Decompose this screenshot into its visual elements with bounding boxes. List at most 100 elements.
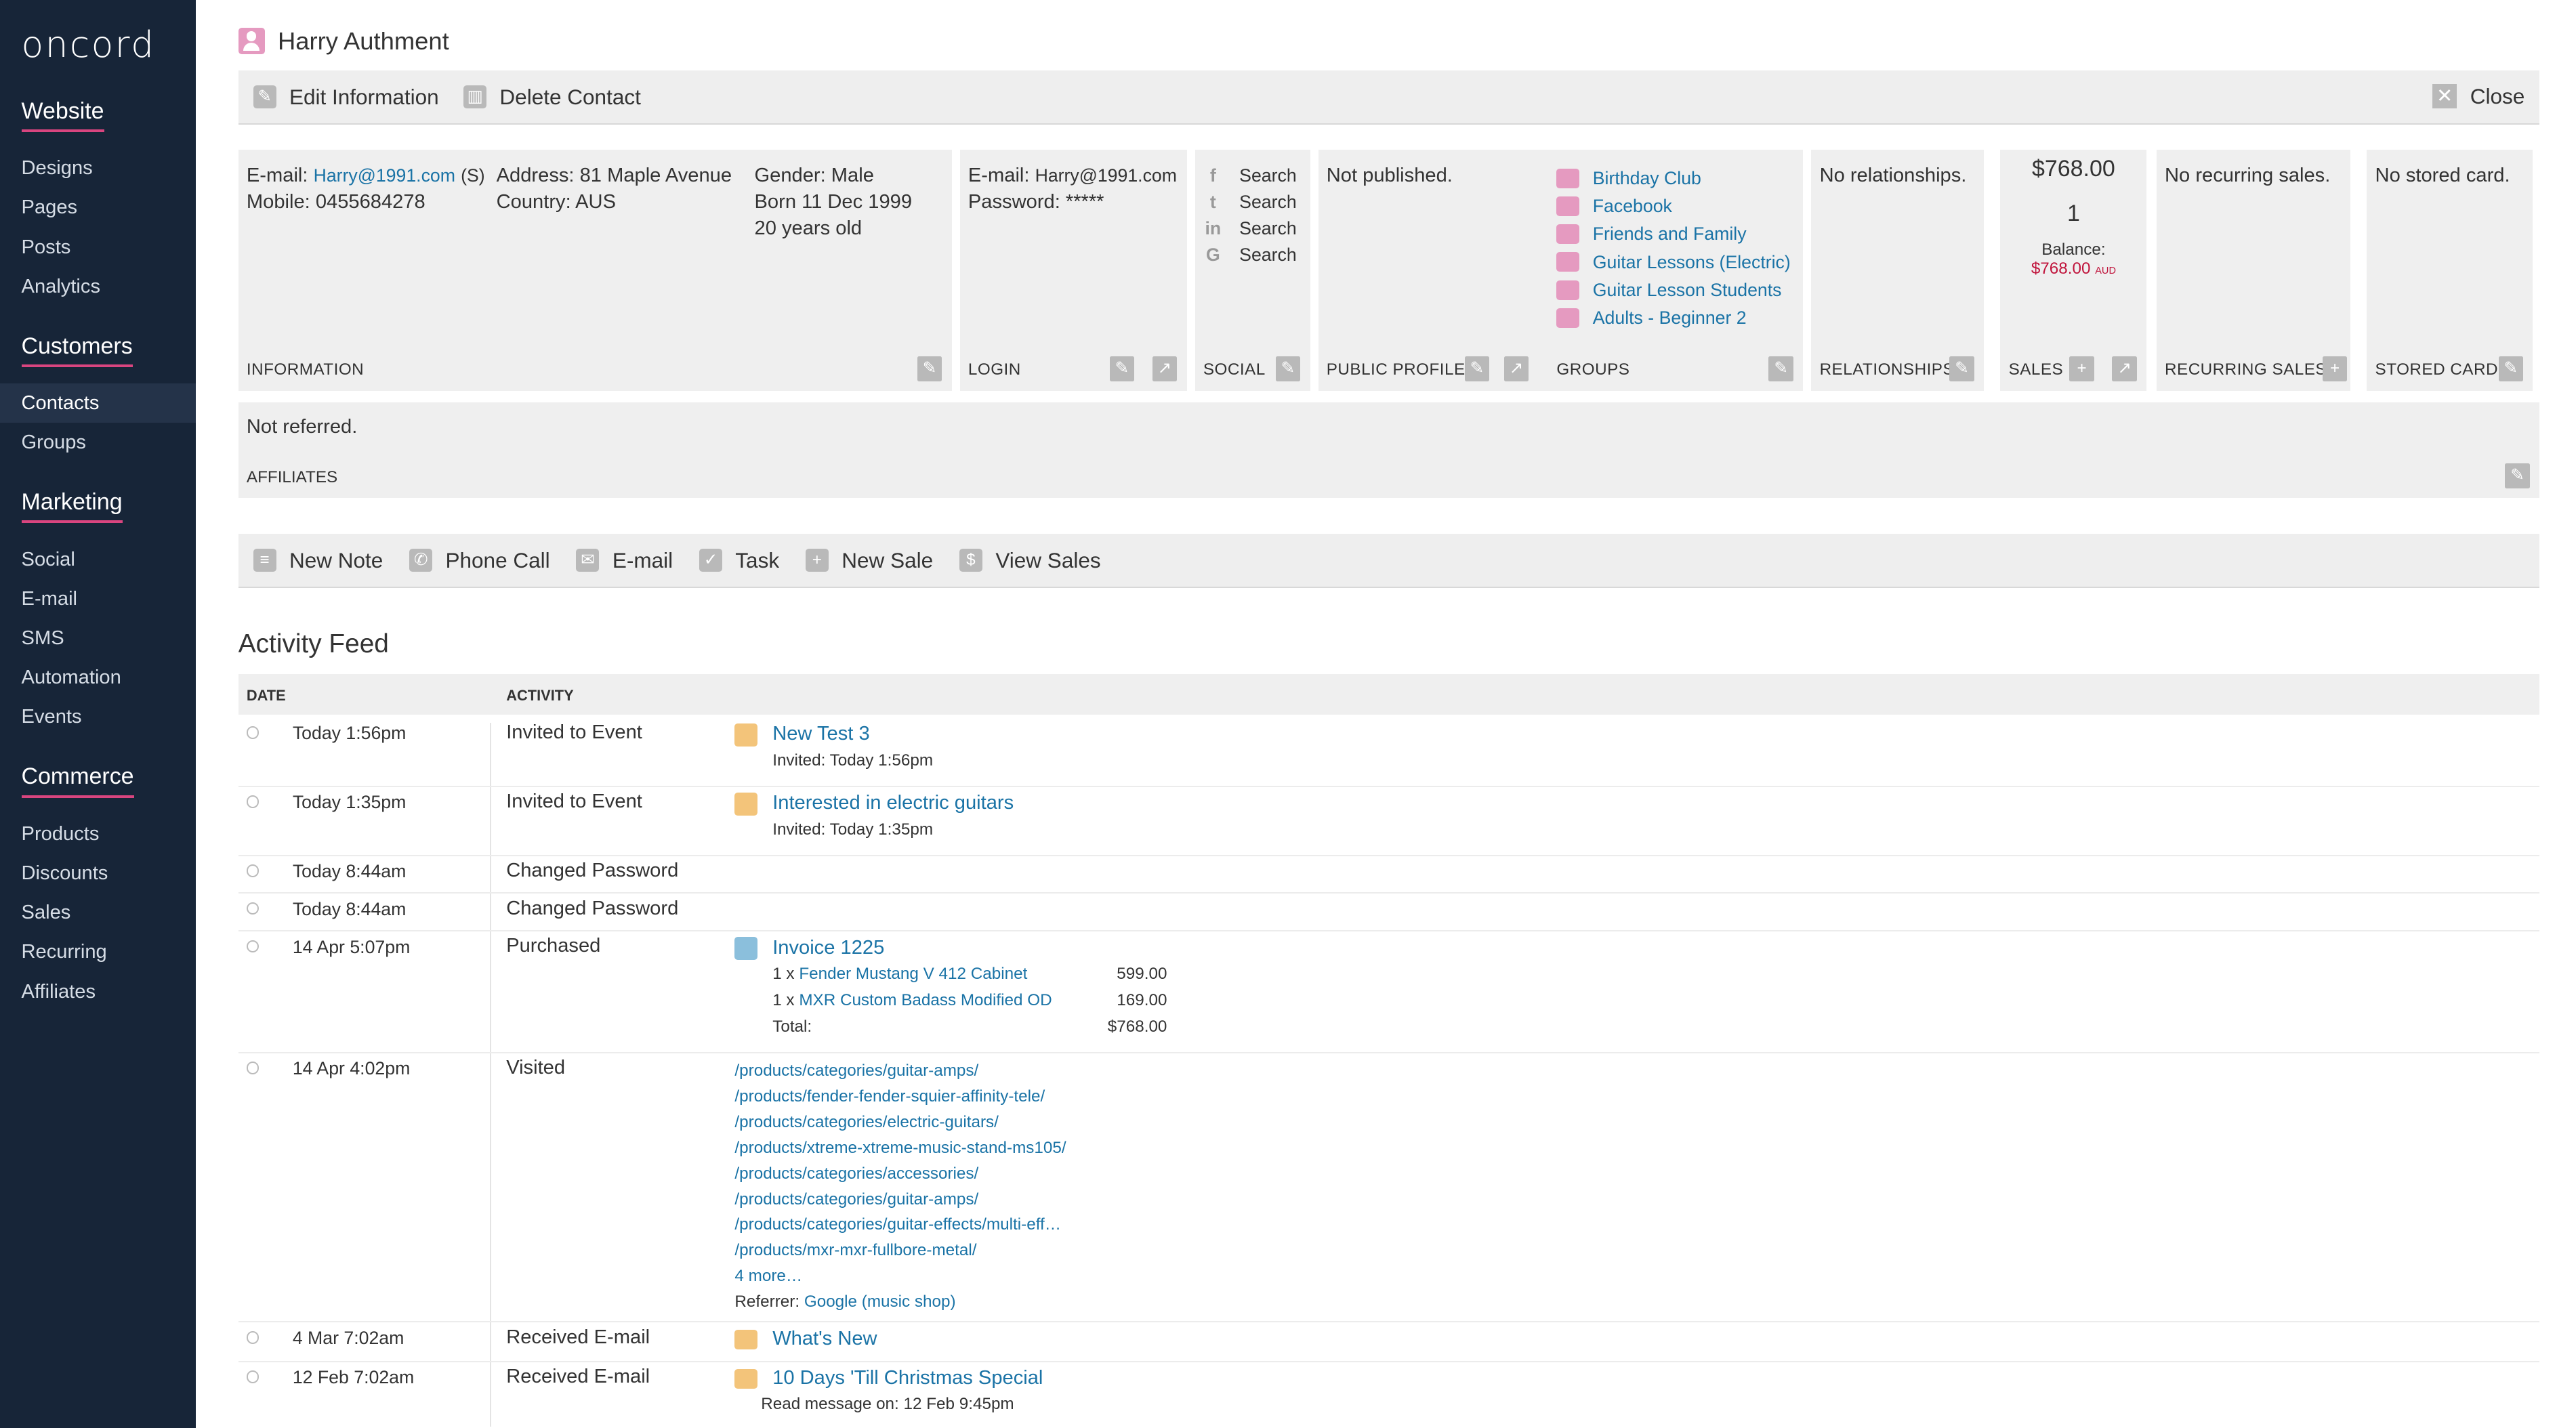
referrer-label: Referrer: (734, 1292, 800, 1311)
nav-heading-website[interactable]: Website (21, 98, 104, 132)
view-sales-button[interactable]: $ View Sales (959, 548, 1101, 573)
sidebar: oncord Website Designs Pages Posts Analy… (0, 0, 196, 1428)
visited-url[interactable]: /products/xtreme-xtreme-music-stand-ms10… (734, 1139, 1066, 1157)
sidebar-item-sales[interactable]: Sales (0, 893, 196, 932)
calendar-icon (734, 792, 758, 816)
edit-information-button[interactable]: ✎ Edit Information (253, 85, 439, 110)
activity-date: 14 Apr 4:02pm (292, 1058, 411, 1079)
timeline-dot (246, 902, 259, 915)
event-link[interactable]: Interested in electric guitars (772, 792, 1014, 814)
line-qty: 1 x (772, 965, 795, 984)
open-login-icon[interactable]: ↗ (1152, 356, 1177, 381)
sidebar-item-discounts[interactable]: Discounts (0, 854, 196, 893)
sidebar-item-groups[interactable]: Groups (0, 423, 196, 462)
referrer-link[interactable]: Google (music shop) (804, 1293, 956, 1311)
nav-section-website: Website Designs Pages Posts Analytics (0, 96, 196, 306)
activity-row: 4 Mar 7:02am Received E-mail What's New (238, 1322, 2540, 1362)
edit-information-icon[interactable]: ✎ (917, 356, 942, 381)
groups-label: GROUPS (1556, 360, 1630, 379)
nav-heading-customers[interactable]: Customers (21, 333, 133, 367)
group-item[interactable]: Birthday Club (1556, 165, 1790, 192)
sidebar-item-events[interactable]: Events (0, 697, 196, 736)
email-link[interactable]: What's New (772, 1328, 877, 1349)
visited-url[interactable]: /products/categories/electric-guitars/ (734, 1113, 999, 1131)
envelope-icon (734, 1369, 758, 1389)
social-panel: f Search t Search in Search G Search SOCIAL … (1194, 149, 1310, 392)
sidebar-item-social[interactable]: Social (0, 540, 196, 579)
edit-social-icon[interactable]: ✎ (1275, 356, 1300, 381)
group-icon (1556, 280, 1580, 300)
login-panel: E-mail: Harry@1991.com Password: ***** L… (959, 149, 1187, 392)
login-email-label: E-mail: (968, 165, 1030, 187)
group-item[interactable]: Adults - Beginner 2 (1556, 304, 1790, 332)
nav-section-commerce: Commerce Products Discounts Sales Recurr… (0, 761, 196, 1011)
activity-date: Today 1:35pm (292, 792, 407, 813)
edit-relationships-icon[interactable]: ✎ (1949, 356, 1974, 381)
delete-contact-button[interactable]: ▥ Delete Contact (463, 85, 641, 110)
sidebar-item-recurring[interactable]: Recurring (0, 932, 196, 971)
visited-url[interactable]: /products/categories/accessories/ (734, 1164, 978, 1183)
stored-card-label: STORED CARD (2375, 360, 2498, 379)
timeline-dot (246, 940, 259, 953)
sidebar-item-sms[interactable]: SMS (0, 618, 196, 658)
add-sale-icon[interactable]: + (2069, 356, 2094, 381)
open-sales-icon[interactable]: ↗ (2112, 356, 2137, 381)
sidebar-item-automation[interactable]: Automation (0, 658, 196, 697)
visited-url[interactable]: /products/categories/guitar-effects/mult… (734, 1215, 1061, 1234)
more-urls-link[interactable]: 4 more… (734, 1267, 802, 1285)
sales-label: SALES (2008, 360, 2064, 379)
close-button[interactable]: ✕ Close (2432, 84, 2525, 109)
add-recurring-sale-icon[interactable]: + (2322, 356, 2348, 381)
social-google-plus[interactable]: G Search (1203, 242, 1297, 268)
phone-call-button[interactable]: ✆ Phone Call (409, 548, 550, 573)
sidebar-item-pages[interactable]: Pages (0, 188, 196, 227)
visited-url[interactable]: /products/categories/guitar-amps/ (734, 1190, 978, 1209)
social-twitter[interactable]: t Search (1203, 189, 1297, 215)
event-link[interactable]: New Test 3 (772, 723, 869, 744)
email-link[interactable]: Harry@1991.com (314, 165, 455, 186)
sidebar-item-posts[interactable]: Posts (0, 228, 196, 267)
group-item[interactable]: Facebook (1556, 192, 1790, 220)
nav-section-customers: Customers Contacts Groups (0, 331, 196, 463)
edit-affiliates-icon[interactable]: ✎ (2505, 463, 2530, 488)
line-item-link[interactable]: Fender Mustang V 412 Cabinet (799, 965, 1027, 983)
nav-heading-marketing[interactable]: Marketing (21, 489, 123, 524)
information-label: INFORMATION (246, 360, 365, 379)
edit-groups-icon[interactable]: ✎ (1768, 356, 1793, 381)
sidebar-item-products[interactable]: Products (0, 814, 196, 854)
edit-stored-card-icon[interactable]: ✎ (2498, 356, 2523, 381)
sidebar-item-contacts[interactable]: Contacts (0, 383, 196, 423)
edit-login-icon[interactable]: ✎ (1109, 356, 1134, 381)
sidebar-item-email[interactable]: E-mail (0, 579, 196, 618)
group-item[interactable]: Guitar Lessons (Electric) (1556, 248, 1791, 276)
timeline-dot (246, 1062, 259, 1074)
timeline-dot (246, 1370, 259, 1383)
trash-icon: ▥ (463, 85, 486, 109)
social-linkedin[interactable]: in Search (1203, 215, 1297, 242)
oncord-logo[interactable]: oncord (22, 23, 156, 66)
activity-type: Received E-mail (506, 1326, 650, 1348)
edit-public-profile-icon[interactable]: ✎ (1464, 356, 1489, 381)
line-qty: 1 x (772, 991, 795, 1010)
sidebar-item-analytics[interactable]: Analytics (0, 267, 196, 306)
task-button[interactable]: ✓ Task (699, 548, 779, 573)
nav-heading-commerce[interactable]: Commerce (21, 763, 134, 798)
open-public-profile-icon[interactable]: ↗ (1503, 356, 1529, 381)
visited-url[interactable]: /products/categories/guitar-amps/ (734, 1062, 978, 1080)
groups-panel: Birthday Club Facebook Friends and Famil… (1548, 149, 1804, 392)
new-sale-button[interactable]: + New Sale (805, 548, 933, 573)
total-label: Total: (772, 1017, 812, 1036)
group-item[interactable]: Guitar Lesson Students (1556, 276, 1790, 304)
sidebar-item-designs[interactable]: Designs (0, 148, 196, 188)
invoice-link[interactable]: Invoice 1225 (772, 937, 884, 959)
social-facebook[interactable]: f Search (1203, 163, 1297, 189)
email-button[interactable]: ✉ E-mail (576, 548, 673, 573)
sidebar-item-affiliates[interactable]: Affiliates (0, 972, 196, 1011)
email-link[interactable]: 10 Days 'Till Christmas Special (772, 1367, 1043, 1389)
line-item-link[interactable]: MXR Custom Badass Modified OD (799, 991, 1052, 1009)
group-item[interactable]: Friends and Family (1556, 220, 1790, 248)
visited-url[interactable]: /products/mxr-mxr-fullbore-metal/ (734, 1241, 976, 1259)
social-label: SOCIAL (1203, 360, 1266, 379)
visited-url[interactable]: /products/fender-fender-squier-affinity-… (734, 1087, 1045, 1106)
new-note-button[interactable]: ≡ New Note (253, 548, 383, 573)
